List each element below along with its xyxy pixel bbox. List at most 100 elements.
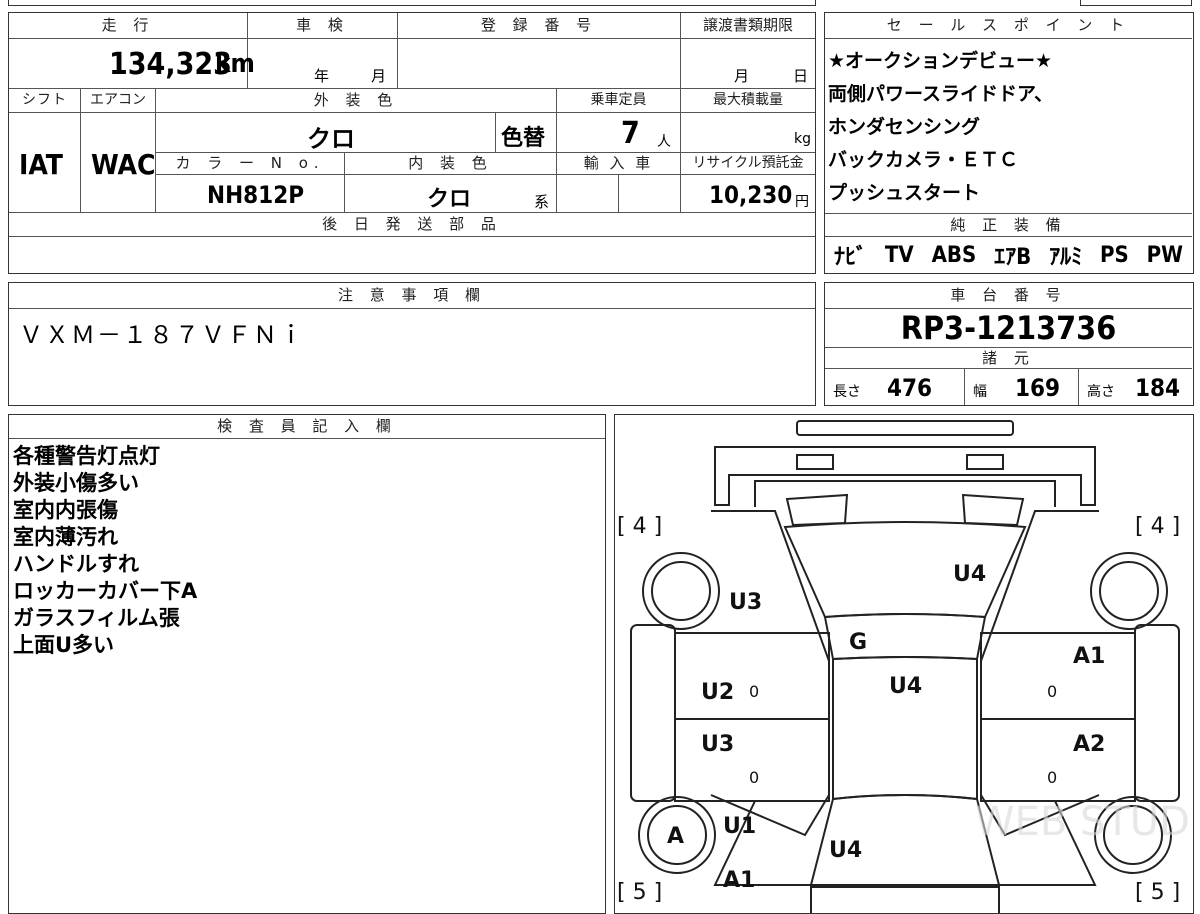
- capacity-value: 7: [621, 116, 640, 151]
- equipment-item: PW: [1146, 242, 1183, 268]
- headlight-left: [796, 454, 834, 470]
- inspector-note: ハンドルすれ: [13, 552, 139, 576]
- inspector-note: ガラスフィルム張: [13, 606, 180, 630]
- tire-mark-front-right: [ 4 ]: [1135, 514, 1180, 539]
- spec-width-label: 幅: [973, 384, 987, 400]
- sales-point-line: プッシュスタート: [828, 182, 981, 204]
- inspector-note: 上面U多い: [13, 633, 115, 657]
- header-exterior-color: 外 装 色: [156, 89, 557, 113]
- damage-mark-right-front: A1: [1073, 644, 1105, 669]
- grille-outline: [754, 480, 1056, 507]
- header-color-no: カ ラ ー N o.: [156, 153, 345, 175]
- sales-point-line: バックカメラ・ＥＴＣ: [828, 149, 1019, 171]
- header-shift: シフト: [9, 89, 81, 113]
- body-left-outline: [710, 510, 830, 837]
- damage-mark-center: U4: [889, 674, 922, 699]
- spec-height-value: 184: [1135, 374, 1181, 402]
- equipment-item: ABS: [931, 242, 977, 268]
- color-no-value: NH812P: [207, 181, 305, 209]
- interior-color-value: クロ: [427, 187, 472, 212]
- inspection-year: 年: [314, 67, 330, 85]
- tire-front-left: [642, 552, 720, 630]
- equipment-header: 純 正 装 備: [825, 213, 1192, 237]
- header-transfer-deadline: 譲渡書類期限: [681, 13, 815, 39]
- recycle-unit: 円: [795, 194, 809, 210]
- sales-point-line: 両側パワースライドドア、: [828, 83, 1054, 105]
- header-recycle: リサイクル預託金: [681, 153, 815, 175]
- shift-value: IAT: [19, 148, 63, 181]
- damage-mark-left-door-front-num: 0: [749, 682, 759, 701]
- sales-points-list: ★オークションデビュー★ 両側パワースライドドア、 ホンダセンシング バックカメ…: [828, 45, 1053, 210]
- color-change-label: 色替: [501, 126, 546, 151]
- spec-width-value: 169: [1015, 374, 1061, 402]
- import-cell-b: [619, 175, 681, 213]
- spec-length-value: 476: [887, 374, 933, 402]
- chassis-panel: 車 台 番 号 RP3-1213736 諸 元 長さ 476 幅 169 高さ …: [824, 282, 1194, 406]
- diagram-watermark: WEB STUDIO PRO: [975, 799, 1194, 845]
- tire-front-left-inner: [651, 561, 711, 621]
- header-later-parts: 後 日 発 送 部 品: [9, 213, 815, 237]
- equipment-item: TV: [884, 242, 914, 268]
- damage-mark-right-door-rear-num: 0: [1047, 768, 1057, 787]
- tire-mark-rear-left: [ 5 ]: [617, 880, 662, 905]
- sales-points-header: セ ー ル ス ポ イ ン ト: [825, 13, 1192, 39]
- exterior-color-value: クロ: [307, 125, 355, 153]
- caution-panel: 注 意 事 項 欄 ＶＸＭ－１８７ＶＦＮｉ: [8, 282, 816, 406]
- damage-mark-right-door-rear: A2: [1073, 732, 1105, 757]
- front-end-outline: [714, 446, 1096, 506]
- inspector-note: 外装小傷多い: [13, 471, 139, 495]
- tire-mark-rear-right: [ 5 ]: [1135, 880, 1180, 905]
- right-door-rear: [980, 718, 1136, 802]
- inspector-note: 室内内張傷: [13, 498, 118, 522]
- car-diagram: WEB STUDIO PRO [ 4 ] [ 4 ] [ 5 ] [ 5 ] U…: [617, 420, 1194, 913]
- interior-color-suffix: 系: [534, 193, 550, 211]
- damage-mark-rear: U4: [829, 838, 862, 863]
- sales-points-panel: セ ー ル ス ポ イ ン ト ★オークションデビュー★ 両側パワースライドドア…: [824, 12, 1194, 274]
- equipment-item: ｴｱB: [994, 245, 1032, 270]
- specs-header: 諸 元: [825, 347, 1192, 369]
- tire-front-right-inner: [1099, 561, 1159, 621]
- caution-header: 注 意 事 項 欄: [9, 283, 815, 309]
- vehicle-info-table: 走 行 車 検 登 録 番 号 譲渡書類期限 134,323 km 年 月 月 …: [8, 12, 816, 274]
- header-max-load: 最大積載量: [681, 89, 815, 113]
- tire-mark-front-left: [ 4 ]: [617, 514, 662, 539]
- wiper-right: [961, 493, 1025, 527]
- inspector-notes: 各種警告灯点灯 外装小傷多い 室内内張傷 室内薄汚れ ハンドルすれ ロッカーカバ…: [13, 443, 197, 659]
- capacity-unit: 人: [657, 134, 671, 150]
- left-door-rear: [674, 718, 830, 802]
- spec-height-label: 高さ: [1087, 384, 1115, 400]
- transfer-day: 日: [793, 67, 809, 85]
- inspector-note: 室内薄汚れ: [13, 525, 118, 549]
- damage-mark-hood: G: [849, 630, 867, 655]
- damage-mark-left-front: U3: [729, 590, 762, 615]
- right-door-front: [980, 632, 1136, 720]
- inspector-header: 検 査 員 記 入 欄: [9, 415, 605, 439]
- damage-mark-left-door-rear-num: 0: [749, 768, 759, 787]
- equipment-item: PS: [1100, 242, 1129, 268]
- header-mileage: 走 行: [9, 13, 248, 39]
- damage-mark-left-rear: U1: [723, 814, 756, 839]
- damage-mark-left-door-front: U2: [701, 680, 734, 705]
- import-cell-a: [557, 175, 619, 213]
- rear-bumper: [810, 886, 1000, 913]
- windshield: [783, 521, 1027, 619]
- header-import: 輸 入 車: [557, 153, 681, 175]
- equipment-list: ﾅﾋﾞ TV ABS ｴｱB ｱﾙﾐ PS PW: [825, 239, 1192, 271]
- header-aircon: エアコン: [81, 89, 156, 113]
- chassis-header: 車 台 番 号: [825, 283, 1192, 309]
- caution-text: ＶＸＭ－１８７ＶＦＮｉ: [19, 321, 305, 349]
- inspection-month: 月: [371, 67, 387, 85]
- damage-mark-left-door-rear: U3: [701, 732, 734, 757]
- mileage-value: 134,323: [109, 47, 232, 82]
- inspector-note: ロッカーカバー下A: [13, 579, 198, 603]
- front-bumper: [796, 420, 1014, 436]
- damage-mark-right-door-front-num: 0: [1047, 682, 1057, 701]
- car-diagram-panel: WEB STUDIO PRO [ 4 ] [ 4 ] [ 5 ] [ 5 ] U…: [614, 414, 1194, 914]
- header-inspection: 車 検: [248, 13, 398, 39]
- equipment-item: ﾅﾋﾞ: [833, 245, 867, 270]
- damage-mark-roof: U4: [953, 562, 986, 587]
- tire-front-right: [1090, 552, 1168, 630]
- max-load-unit: kg: [794, 131, 811, 147]
- wiper-left: [785, 493, 849, 527]
- inspector-panel: 検 査 員 記 入 欄 各種警告灯点灯 外装小傷多い 室内内張傷 室内薄汚れ ハ…: [8, 414, 606, 914]
